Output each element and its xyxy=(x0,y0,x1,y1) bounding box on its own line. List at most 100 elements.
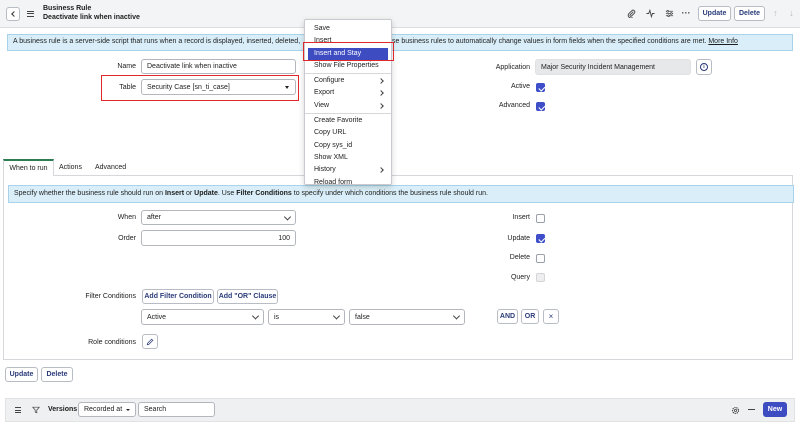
table-select[interactable]: Security Case [sn_ti_case] xyxy=(141,79,296,95)
role-conditions-label: Role conditions xyxy=(88,339,136,346)
menu-item-export[interactable]: Export xyxy=(305,87,391,99)
when-label: When xyxy=(117,214,136,221)
and-button[interactable]: AND xyxy=(497,309,518,324)
info-banner-text-start: A business rule is a server-side script … xyxy=(13,38,301,45)
info-icon: i xyxy=(700,63,708,71)
menu-item-history[interactable]: History xyxy=(305,164,391,176)
chevron-down-icon xyxy=(452,312,461,320)
delete-label: Delete xyxy=(509,254,530,261)
insert-checkbox[interactable] xyxy=(536,214,545,223)
tab-advanced[interactable]: Advanced xyxy=(95,164,126,171)
versions-title: Versions xyxy=(48,406,78,413)
update-label: Update xyxy=(507,235,530,242)
menu-separator xyxy=(305,73,391,75)
condition-value-value: false xyxy=(355,313,370,321)
condition-field-select[interactable]: Active xyxy=(141,309,264,325)
name-label: Name xyxy=(117,63,136,70)
menu-item-view[interactable]: View xyxy=(305,100,391,112)
chevron-right-icon xyxy=(378,90,384,97)
menu-item-configure[interactable]: Configure xyxy=(305,75,391,87)
menu-item-save[interactable]: Save xyxy=(305,23,391,35)
remove-condition-button[interactable]: × xyxy=(543,309,559,324)
order-input[interactable]: 100 xyxy=(141,230,296,246)
pencil-icon xyxy=(146,338,154,345)
or-button[interactable]: OR xyxy=(521,309,539,324)
condition-field-value: Active xyxy=(147,313,167,321)
condition-operator-select[interactable]: is xyxy=(268,309,345,325)
activity-icon[interactable] xyxy=(645,8,655,18)
menu-item-create-favorite[interactable]: Create Favorite xyxy=(305,115,391,127)
chevron-right-icon xyxy=(378,78,384,85)
add-filter-condition-button[interactable]: Add Filter Condition xyxy=(142,289,214,304)
hamburger-menu-icon[interactable] xyxy=(26,9,35,18)
chevron-down-icon xyxy=(283,212,292,221)
attachment-icon[interactable] xyxy=(626,8,636,18)
edit-role-conditions-button[interactable] xyxy=(142,334,158,349)
record-title: Deactivate link when inactive xyxy=(43,14,140,21)
menu-item-show-xml[interactable]: Show XML xyxy=(305,152,391,164)
more-options-icon[interactable]: ··· xyxy=(681,8,691,18)
gear-icon[interactable] xyxy=(730,405,740,415)
application-field: Major Security Incident Management xyxy=(535,59,691,75)
versions-filter-select[interactable]: Recorded at xyxy=(78,402,136,417)
close-icon: × xyxy=(548,312,554,321)
chevron-right-icon xyxy=(378,102,384,109)
header-update-button[interactable]: Update xyxy=(698,6,731,21)
query-label: Query xyxy=(510,274,530,281)
table-label: Table xyxy=(119,84,136,91)
active-label: Active xyxy=(510,83,530,90)
application-label: Application xyxy=(495,64,530,71)
versions-search-placeholder: Search xyxy=(144,406,167,413)
when-select[interactable]: after xyxy=(141,210,296,225)
insert-and-stay-highlight-box xyxy=(303,42,394,61)
active-checkbox[interactable] xyxy=(536,83,545,92)
info-banner-text-end: se business rules to automatically chang… xyxy=(392,38,707,45)
when-to-run-banner-text: Specify whether the business rule should… xyxy=(14,190,488,197)
tab-when-to-run[interactable]: When to run xyxy=(3,159,54,176)
more-info-link[interactable]: More Info xyxy=(708,38,738,45)
arrow-down-icon[interactable]: ↓ xyxy=(787,8,796,18)
menu-item-reload-form[interactable]: Reload form xyxy=(305,177,391,189)
chevron-right-icon xyxy=(378,167,384,174)
name-input[interactable]: Deactivate link when inactive xyxy=(141,59,296,74)
settings-sliders-icon[interactable] xyxy=(664,8,674,18)
versions-search-input[interactable]: Search xyxy=(138,402,215,417)
versions-menu-icon[interactable] xyxy=(14,406,22,414)
delete-checkbox[interactable] xyxy=(536,254,545,263)
insert-label: Insert xyxy=(512,214,530,221)
when-to-run-panel xyxy=(3,176,793,360)
update-checkbox[interactable] xyxy=(536,234,545,243)
record-type: Business Rule xyxy=(43,5,92,12)
caret-down-icon xyxy=(126,409,130,411)
header-delete-button[interactable]: Delete xyxy=(734,6,765,21)
caret-down-icon xyxy=(285,86,289,89)
back-button[interactable] xyxy=(6,7,20,21)
condition-value-select[interactable]: false xyxy=(349,309,465,325)
footer-delete-button[interactable]: Delete xyxy=(41,367,73,382)
order-label: Order xyxy=(118,235,136,242)
versions-filter-value: Recorded at xyxy=(84,406,123,413)
menu-item-show-file-properties[interactable]: Show File Properties xyxy=(305,60,391,72)
new-button[interactable]: New xyxy=(763,402,787,417)
chevron-down-icon xyxy=(332,312,341,320)
collapse-icon[interactable] xyxy=(748,409,755,410)
arrow-up-icon[interactable]: ↑ xyxy=(771,8,780,18)
advanced-checkbox[interactable] xyxy=(536,102,545,111)
filter-conditions-label: Filter Conditions xyxy=(85,293,136,300)
query-checkbox xyxy=(536,273,545,282)
menu-item-copy-sys-id[interactable]: Copy sys_id xyxy=(305,140,391,152)
tab-actions[interactable]: Actions xyxy=(59,164,82,171)
add-or-clause-button[interactable]: Add "OR" Clause xyxy=(217,289,278,304)
order-value: 100 xyxy=(278,234,290,242)
footer-update-button[interactable]: Update xyxy=(5,367,38,382)
table-select-value: Security Case [sn_ti_case] xyxy=(147,83,230,91)
menu-item-copy-url[interactable]: Copy URL xyxy=(305,127,391,139)
info-button[interactable]: i xyxy=(696,59,712,75)
menu-separator xyxy=(305,113,391,115)
when-select-value: after xyxy=(147,214,162,221)
filter-icon[interactable] xyxy=(31,405,40,414)
new-button-label: New xyxy=(767,406,783,413)
advanced-label: Advanced xyxy=(498,102,530,109)
condition-operator-value: is xyxy=(274,313,280,321)
chevron-left-icon xyxy=(11,11,17,17)
